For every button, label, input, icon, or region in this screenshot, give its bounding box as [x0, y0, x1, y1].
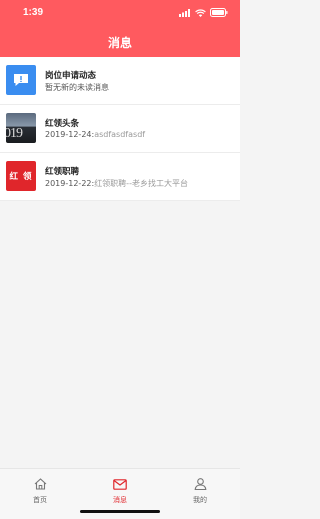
message-preview: 红领职聘--老乡找工大平台 [94, 179, 188, 188]
status-time: 1:39 [23, 7, 44, 18]
message-subtitle: 2019-12-24:asdfasdfasdf [45, 130, 145, 139]
person-icon [194, 478, 206, 491]
header-bar: 1:39 消息 [0, 0, 240, 57]
message-title: 红领头条 [45, 119, 80, 129]
mail-icon [113, 479, 127, 490]
message-title: 红领职聘 [45, 167, 80, 177]
status-icons [179, 8, 228, 17]
message-date: 2019-12-22: [45, 179, 95, 188]
message-title: 岗位申请动态 [45, 71, 97, 81]
message-item-job-application[interactable]: 岗位申请动态 暂无新的未读消息 [0, 57, 240, 105]
thumbnail-text: 019 [6, 126, 23, 141]
tab-home[interactable]: 首页 [20, 475, 60, 505]
message-subtitle: 2019-12-22:红领职聘--老乡找工大平台 [45, 178, 188, 189]
logo-text: 红 领 [9, 172, 33, 182]
message-list: 岗位申请动态 暂无新的未读消息 019 红领头条 2019-12-24:asdf… [0, 57, 240, 201]
home-icon [34, 478, 46, 490]
battery-icon [210, 8, 228, 17]
message-preview: asdfasdfasdf [94, 130, 146, 139]
tab-label: 首页 [33, 496, 47, 504]
status-bar: 1:39 [0, 0, 240, 24]
tab-label: 我的 [193, 496, 207, 504]
tab-profile[interactable]: 我的 [180, 475, 220, 505]
message-subtitle: 暂无新的未读消息 [45, 83, 109, 92]
alert-message-icon [6, 65, 36, 95]
news-photo-thumbnail: 019 [6, 113, 36, 143]
signal-icon [179, 8, 190, 17]
hongling-logo: 红 领 [6, 161, 36, 191]
message-date: 2019-12-24: [45, 130, 95, 139]
message-item-news[interactable]: 019 红领头条 2019-12-24:asdfasdfasdf [0, 105, 240, 153]
page-title: 消息 [107, 36, 132, 50]
tab-label: 消息 [113, 496, 127, 504]
message-item-hongling-jobs[interactable]: 红 领 红领职聘 2019-12-22:红领职聘--老乡找工大平台 [0, 153, 240, 201]
home-indicator [80, 510, 160, 513]
tab-messages[interactable]: 消息 [100, 475, 140, 505]
wifi-icon [195, 8, 206, 17]
